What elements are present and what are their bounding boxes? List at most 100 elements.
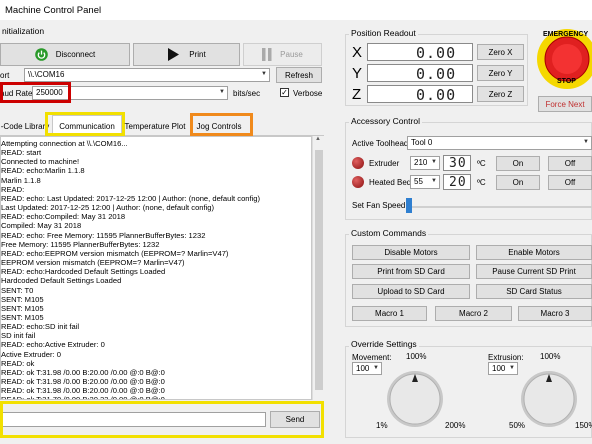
button-label: Disable Motors [384, 248, 438, 257]
sd-card-status-button[interactable]: SD Card Status [476, 284, 592, 299]
extrusion-center-label: 100% [540, 352, 561, 361]
bits-per-sec-label: bits/sec [233, 89, 261, 98]
tab-gcode-library[interactable]: -Code Library [0, 117, 50, 135]
movement-min-label: 1% [376, 421, 388, 430]
log-line: READ: ok [1, 358, 35, 368]
upload-to-sd-button[interactable]: Upload to SD Card [352, 284, 470, 299]
log-line: SENT: T0 [1, 285, 34, 295]
zero-z-label: Zero Z [488, 89, 513, 99]
zero-y-label: Zero Y [488, 68, 513, 78]
pause-sd-print-button[interactable]: Pause Current SD Print [476, 264, 592, 279]
tab-temperature-plot[interactable]: Temperature Plot [124, 117, 186, 135]
zero-y-button[interactable]: Zero Y [477, 65, 524, 81]
pause-icon [262, 48, 272, 61]
log-line: READ: start [1, 148, 42, 158]
disable-motors-button[interactable]: Disable Motors [352, 245, 470, 260]
active-toolhead-select[interactable]: Tool 0 ▼ [407, 136, 592, 150]
enable-motors-button[interactable]: Enable Motors [476, 245, 592, 260]
print-button[interactable]: Print [133, 43, 240, 66]
zero-x-button[interactable]: Zero X [477, 44, 524, 60]
verbose-label: Verbose [293, 89, 323, 98]
macro-3-button[interactable]: Macro 3 [518, 306, 592, 321]
fan-speed-slider-thumb[interactable] [406, 198, 412, 213]
log-line: Connected to machine! [1, 157, 80, 167]
log-line: READ: echo: Last Updated: 2017-12-25 12:… [1, 193, 261, 203]
extruder-temp-value: 30 [449, 156, 467, 171]
y-value: 0.00 [416, 65, 457, 83]
extrusion-max-label: 150% [575, 421, 592, 430]
knob-icon [387, 371, 443, 427]
verbose-checkbox[interactable]: ✓ [280, 88, 289, 97]
extrusion-value: 100 [492, 364, 506, 373]
z-readout: 0.00 [367, 85, 473, 104]
heated-bed-temp-readout: 20 [443, 174, 471, 190]
button-label: Print from SD Card [377, 267, 445, 276]
override-group-label: Override Settings [349, 339, 419, 349]
log-line: EEPROM version mismatch (EEPROM=? Marlin… [1, 258, 185, 268]
extruder-label: Extruder [369, 159, 400, 168]
zero-z-button[interactable]: Zero Z [477, 86, 524, 102]
heated-bed-target-select[interactable]: 55 ▼ [410, 175, 440, 189]
movement-max-label: 200% [445, 421, 466, 430]
refresh-button[interactable]: Refresh [276, 67, 322, 83]
pause-button[interactable]: Pause [243, 43, 322, 66]
y-readout: 0.00 [367, 64, 473, 83]
extruder-heater-led [352, 157, 364, 169]
button-label: Enable Motors [508, 248, 560, 257]
x-value: 0.00 [416, 44, 457, 62]
log-line: SENT: M105 [1, 294, 44, 304]
log-scrollbar[interactable]: ▲ [312, 136, 324, 400]
active-toolhead-value: Tool 0 [411, 138, 433, 147]
chevron-down-icon: ▼ [431, 178, 437, 184]
log-line: Marlin 1.1.8 [1, 175, 41, 185]
macro-2-button[interactable]: Macro 2 [435, 306, 512, 321]
extruder-target-select[interactable]: 210 ▼ [410, 156, 440, 170]
log-line: SENT: M105 [1, 303, 44, 313]
log-line: READ: [1, 184, 25, 194]
movement-knob[interactable] [380, 364, 450, 436]
log-line: READ: echo:Active Extruder: 0 [1, 340, 105, 350]
movement-label: Movement: [352, 353, 392, 362]
extrusion-label: Extrusion: [488, 353, 524, 362]
z-axis-label: Z [352, 86, 362, 103]
button-label: Macro 1 [375, 309, 404, 318]
movement-select[interactable]: 100 ▼ [352, 362, 382, 375]
extruder-unit: ºC [477, 159, 486, 168]
accessory-group-label: Accessory Control [349, 116, 422, 126]
chevron-down-icon: ▼ [219, 89, 225, 95]
heated-bed-on-button[interactable]: On [496, 175, 540, 190]
off-label: Off [564, 159, 576, 168]
jog-controls-tab-highlight [190, 113, 253, 136]
log-line: READ: echo: Free Memory: 11595 PlannerBu… [1, 230, 206, 240]
extruder-on-button[interactable]: On [496, 156, 540, 171]
emergency-stop-button[interactable]: EMERGENCY STOP [537, 26, 592, 92]
x-readout: 0.00 [367, 43, 473, 62]
button-label: Macro 2 [459, 309, 488, 318]
scroll-thumb[interactable] [315, 150, 323, 390]
print-from-sd-button[interactable]: Print from SD Card [352, 264, 470, 279]
heated-bed-off-button[interactable]: Off [548, 175, 592, 190]
button-label: Macro 3 [540, 309, 570, 318]
force-next-button[interactable]: Force Next [538, 96, 592, 112]
force-next-label: Force Next [545, 99, 585, 109]
chevron-down-icon: ▼ [431, 159, 437, 165]
window-title-bar: Machine Control Panel [0, 0, 592, 20]
on-label: On [512, 159, 524, 168]
log-line: Compiled: May 31 2018 [1, 221, 82, 231]
scroll-up-icon[interactable]: ▲ [315, 136, 321, 142]
port-label: ort [0, 71, 10, 80]
log-line: Last Updated: 2017-12-25 12:00 | Author:… [1, 203, 215, 213]
active-toolhead-label: Active Toolhead [352, 139, 409, 148]
macro-1-button[interactable]: Macro 1 [352, 306, 427, 321]
chevron-down-icon: ▼ [583, 139, 589, 145]
communication-log[interactable]: Attempting connection at \\.\COM16... REA… [0, 136, 312, 400]
port-select[interactable]: \\.\COM16 ▼ [24, 68, 270, 82]
extruder-off-button[interactable]: Off [548, 156, 592, 171]
position-group-label: Position Readout [349, 28, 418, 38]
power-icon [34, 48, 48, 61]
off-label: Off [564, 178, 576, 187]
disconnect-button[interactable]: Disconnect [0, 43, 130, 66]
heated-bed-unit: ºC [477, 178, 486, 187]
button-label: Upload to SD Card [377, 287, 445, 296]
fan-speed-track[interactable] [408, 206, 592, 208]
